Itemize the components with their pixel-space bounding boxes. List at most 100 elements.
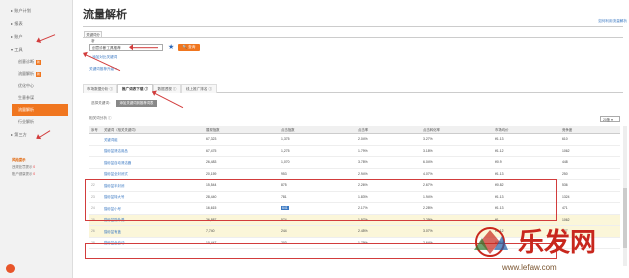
table-cell: 7,740 bbox=[204, 225, 279, 238]
tab-label: 线上推广排名 bbox=[185, 87, 208, 91]
add-to-list-button[interactable]: 添加关键词到推荐词表 bbox=[116, 100, 157, 107]
table-cell: 448 bbox=[560, 156, 620, 169]
favorite-star-icon[interactable]: ★ bbox=[168, 44, 174, 51]
keyword-cell[interactable]: 猫砂盆自动清洁器 bbox=[102, 156, 204, 169]
sidebar-item-plan[interactable]: ▸ 账户计划 bbox=[0, 4, 72, 17]
page-title: 流量解析 bbox=[83, 9, 127, 21]
table-cell: 4.07% bbox=[421, 168, 493, 180]
sidebar-sub-creative[interactable]: 创意诊断新 bbox=[0, 56, 72, 68]
tab-market-data[interactable]: 市场数据分析 ⓘ bbox=[83, 84, 117, 93]
cell-value: 1.79% bbox=[358, 148, 368, 153]
cell-value: 6.04% bbox=[423, 160, 433, 165]
cell-value: 3.78% bbox=[358, 160, 368, 165]
table-cell: 244 bbox=[279, 225, 356, 238]
table-row: 关键词组 67,323 1,375 2.04% 3.27% ¥1.13 610 bbox=[89, 133, 620, 146]
sidebar-item-report[interactable]: ▸ 报表 bbox=[0, 17, 72, 30]
sidebar-sub-industry[interactable]: 行业解析 bbox=[0, 116, 72, 128]
search-button[interactable]: 🔍 查询 bbox=[178, 44, 200, 51]
column-header[interactable]: 点击率 bbox=[356, 126, 421, 134]
cell-value: 3.18% bbox=[423, 148, 433, 153]
cell-value: 1,070 bbox=[281, 160, 290, 165]
table-cell bbox=[89, 168, 102, 180]
keyword-cell[interactable]: 关键词组 bbox=[102, 133, 204, 146]
tab-label: 市场数据分析 bbox=[86, 87, 109, 91]
table-cell: 536 bbox=[560, 179, 620, 192]
cell-value: 67,475 bbox=[206, 148, 217, 153]
table-cell: 6.04% bbox=[421, 156, 493, 169]
cell-value: 猫砂盆有盖 bbox=[104, 229, 121, 234]
tab-keyword-download[interactable]: 推广词表下载 ⓘ bbox=[117, 84, 153, 93]
watermark-brand: 乐发网 bbox=[518, 228, 597, 258]
upgrade-label: 关键词推荐升级 bbox=[89, 67, 115, 71]
warning-label: 账户健康提示 bbox=[12, 172, 33, 176]
cell-value: 953 bbox=[281, 171, 287, 176]
page-size-select[interactable]: 20条 ▾ bbox=[600, 116, 620, 122]
table-cell: 2.04% bbox=[356, 133, 421, 146]
cell-value: 2.04% bbox=[358, 137, 368, 142]
warning-label: 违规处罚提示 bbox=[12, 165, 33, 169]
table-cell: 67,475 bbox=[204, 145, 279, 157]
table-cell: ¥0.9 bbox=[493, 156, 560, 169]
keyword-cell[interactable]: 猫砂盆有盖 bbox=[102, 225, 204, 238]
annotation-arrow bbox=[130, 47, 158, 49]
table-row: 猫砂盆全封闭式 20,159 953 2.94% 4.07% ¥1.13 250 bbox=[89, 168, 620, 180]
annotation-box bbox=[85, 179, 557, 221]
tab-online-rank[interactable]: 线上推广排名 ⓘ bbox=[181, 84, 217, 93]
tab-data-pivot[interactable]: 数据透视 ⓘ bbox=[153, 84, 181, 93]
table-cell: 1,275 bbox=[279, 145, 356, 157]
table-cell: 1,070 bbox=[279, 156, 356, 169]
cell-value: ¥1.12 bbox=[495, 148, 504, 153]
table-cell: 3.18% bbox=[421, 145, 493, 157]
table-cell: ¥1.13 bbox=[493, 168, 560, 180]
column-header[interactable]: 序号 bbox=[89, 126, 102, 134]
cell-value: 1062 bbox=[562, 148, 570, 153]
table-cell bbox=[89, 145, 102, 157]
warning-row: 违规处罚提示 0 bbox=[12, 164, 66, 171]
column-header[interactable]: 点击转化率 bbox=[421, 126, 493, 134]
cell-value: 26,483 bbox=[206, 160, 217, 165]
cell-value: 7,740 bbox=[206, 229, 215, 234]
new-tag: 新 bbox=[36, 72, 42, 77]
column-header[interactable]: 关键词（相关关键词） bbox=[102, 126, 204, 134]
table-cell: 2.94% bbox=[356, 168, 421, 180]
cell-value: 250 bbox=[562, 171, 568, 176]
cell-value: 猫砂盆全封闭式 bbox=[104, 172, 128, 177]
cell-value: 67,323 bbox=[206, 137, 217, 142]
warning-value: 0 bbox=[33, 172, 36, 176]
cell-value: 4.07% bbox=[423, 171, 433, 176]
table-cell: ¥1.12 bbox=[493, 145, 560, 157]
app-logo-icon bbox=[6, 264, 15, 273]
sidebar-item-label: 报表 bbox=[14, 21, 23, 26]
table-header-row: 序号 关键词（相关关键词） 展现指数 点击指数 点击率 点击转化率 市场均价 竞… bbox=[89, 126, 620, 134]
sidebar-item-tools[interactable]: ▾ 工具 bbox=[0, 43, 72, 56]
keyword-cell[interactable]: 猫砂盆清洁用品 bbox=[102, 145, 204, 157]
watermark: 乐发网 www.lefaw.com bbox=[458, 218, 628, 276]
sidebar-item-label: 第三方 bbox=[14, 132, 27, 137]
cell-value: ¥1.13 bbox=[495, 137, 504, 142]
cell-value: 2.94% bbox=[358, 171, 368, 176]
cell-value: 猫砂盆自动清洁器 bbox=[104, 160, 132, 165]
table-cell: 26,483 bbox=[204, 156, 279, 169]
column-header[interactable]: 点击指数 bbox=[279, 126, 356, 134]
column-header[interactable]: 竞争度 bbox=[560, 126, 620, 134]
sidebar-sub-optimize[interactable]: 优化中心 bbox=[0, 80, 72, 92]
keyword-cell[interactable]: 猫砂盆全封闭式 bbox=[102, 168, 204, 180]
table-cell: 250 bbox=[560, 168, 620, 180]
cell-value: 610 bbox=[562, 137, 568, 142]
watermark-logo-icon bbox=[474, 227, 508, 257]
column-header[interactable]: 市场均价 bbox=[493, 126, 560, 134]
cell-value: 536 bbox=[562, 183, 568, 188]
column-header[interactable]: 展现指数 bbox=[204, 126, 279, 134]
cell-value: 26 bbox=[91, 229, 95, 234]
sidebar-sub-traffic[interactable]: 流量解析新 bbox=[0, 68, 72, 80]
warning-value: 0 bbox=[33, 165, 36, 169]
sidebar-sub-business[interactable]: 生意参谋 bbox=[0, 92, 72, 104]
table-cell: 2.45% bbox=[356, 225, 421, 238]
table-cell bbox=[89, 133, 102, 146]
select-keyword-label: 选择关键词： bbox=[91, 101, 113, 105]
cell-value: 1324 bbox=[562, 194, 570, 199]
table-cell: 3.27% bbox=[421, 133, 493, 146]
sidebar-sub-traffic-active[interactable]: 流量解析 bbox=[12, 104, 68, 116]
help-link[interactable]: 如何利用流量解析 bbox=[598, 19, 627, 24]
table-cell bbox=[89, 156, 102, 169]
